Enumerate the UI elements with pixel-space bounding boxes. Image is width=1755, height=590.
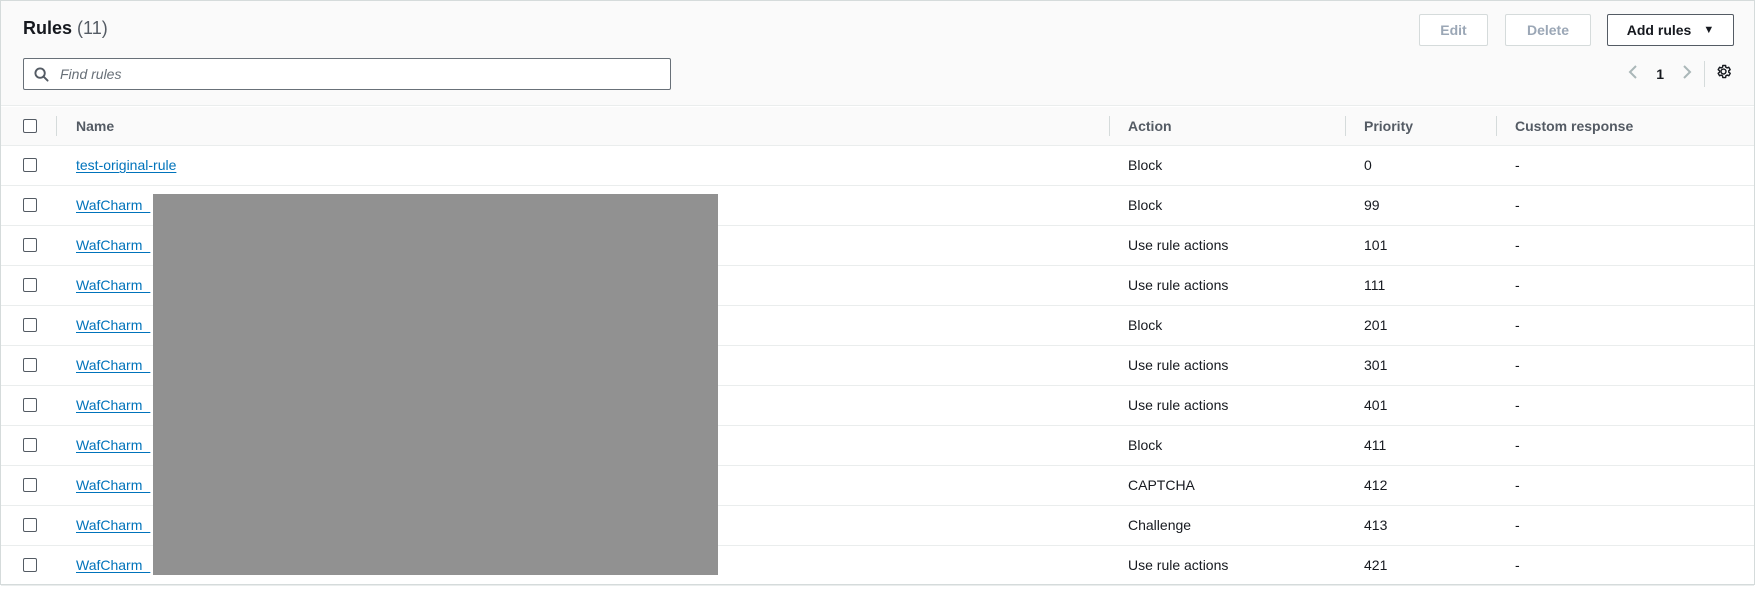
caret-down-icon: ▼ [1703,24,1715,36]
rule-priority: 201 [1345,305,1496,346]
row-checkbox[interactable] [23,278,37,292]
rule-name-link[interactable]: WafCharm_ [76,237,150,253]
rule-action: Block [1109,305,1345,346]
rule-custom-response: - [1496,545,1754,586]
row-checkbox[interactable] [23,358,37,372]
row-checkbox-cell [1,425,56,466]
rule-custom-response: - [1496,345,1754,386]
title-text: Rules [23,18,73,38]
column-header-priority[interactable]: Priority [1345,107,1496,146]
row-checkbox-cell [1,465,56,506]
rule-action: Use rule actions [1109,545,1345,586]
rule-priority: 413 [1345,505,1496,546]
rule-custom-response: - [1496,425,1754,466]
row-checkbox[interactable] [23,158,37,172]
current-page[interactable]: 1 [1656,66,1664,82]
column-header-name[interactable]: Name [56,107,1109,146]
delete-button[interactable]: Delete [1505,14,1591,46]
row-checkbox[interactable] [23,238,37,252]
row-checkbox[interactable] [23,198,37,212]
rules-panel: Rules (11) Edit Delete Add rules ▼ 1 [0,0,1755,586]
rule-priority: 101 [1345,225,1496,266]
rule-action: Block [1109,145,1345,186]
row-checkbox[interactable] [23,518,37,532]
panel-header: Rules (11) Edit Delete Add rules ▼ 1 [1,1,1754,106]
table-header-row: Name Action Priority Custom response [1,107,1754,146]
rule-name-link[interactable]: WafCharm_ [76,477,150,493]
select-all-cell [1,107,56,146]
rule-priority: 412 [1345,465,1496,506]
panel-title: Rules (11) [23,18,108,39]
rule-action: Block [1109,185,1345,226]
table-row[interactable]: test-original-rule Block 0- [1,145,1754,186]
rule-name-link[interactable]: WafCharm_ [76,517,150,533]
add-rules-button[interactable]: Add rules ▼ [1607,14,1734,46]
gear-icon [1715,63,1732,85]
rule-name-link[interactable]: WafCharm_ [76,357,150,373]
column-header-action[interactable]: Action [1109,107,1345,146]
rule-priority: 421 [1345,545,1496,586]
search-field[interactable] [23,58,671,90]
row-checkbox-cell [1,505,56,546]
settings-button[interactable] [1704,61,1742,87]
row-checkbox-cell [1,225,56,266]
rule-name-link[interactable]: WafCharm_ [76,557,150,573]
row-checkbox[interactable] [23,438,37,452]
add-rules-label: Add rules [1626,22,1692,38]
search-icon [24,66,58,82]
rule-name-link[interactable]: WafCharm_ [76,437,150,453]
rule-custom-response: - [1496,385,1754,426]
chevron-left-icon[interactable] [1628,64,1638,84]
rule-custom-response: - [1496,265,1754,306]
row-checkbox[interactable] [23,398,37,412]
row-checkbox-cell [1,545,56,586]
rule-priority: 0 [1345,145,1496,186]
rule-action: Challenge [1109,505,1345,546]
chevron-right-icon[interactable] [1682,64,1692,84]
rule-custom-response: - [1496,465,1754,506]
search-input[interactable] [58,60,670,88]
rule-action: Use rule actions [1109,345,1345,386]
row-checkbox-cell [1,185,56,226]
rule-custom-response: - [1496,505,1754,546]
rule-priority: 111 [1345,265,1496,306]
rule-priority: 99 [1345,185,1496,226]
rule-priority: 301 [1345,345,1496,386]
rule-action: Use rule actions [1109,265,1345,306]
rule-count: (11) [77,18,108,38]
column-header-custom-response[interactable]: Custom response [1496,107,1754,146]
rule-custom-response: - [1496,145,1754,186]
rule-name-link[interactable]: WafCharm_ [76,197,150,213]
rule-custom-response: - [1496,225,1754,266]
rule-action: Block [1109,425,1345,466]
row-checkbox-cell [1,385,56,426]
row-checkbox-cell [1,345,56,386]
rule-name-cell: test-original-rule [56,145,1109,186]
rule-custom-response: - [1496,305,1754,346]
row-checkbox[interactable] [23,558,37,572]
pagination: 1 [1628,61,1692,87]
rule-custom-response: - [1496,185,1754,226]
row-checkbox-cell [1,265,56,306]
rule-action: CAPTCHA [1109,465,1345,506]
rule-name-link[interactable]: WafCharm_ [76,317,150,333]
rule-priority: 411 [1345,425,1496,466]
rule-name-link[interactable]: WafCharm_ [76,277,150,293]
rule-name-link[interactable]: WafCharm_ [76,397,150,413]
redaction-block [153,194,718,575]
select-all-checkbox[interactable] [23,118,37,133]
rule-priority: 401 [1345,385,1496,426]
row-checkbox-cell [1,145,56,186]
row-checkbox[interactable] [23,318,37,332]
rule-action: Use rule actions [1109,225,1345,266]
row-checkbox[interactable] [23,478,37,492]
row-checkbox-cell [1,305,56,346]
edit-button[interactable]: Edit [1419,14,1488,46]
rule-name-link[interactable]: test-original-rule [76,157,176,173]
rule-action: Use rule actions [1109,385,1345,426]
